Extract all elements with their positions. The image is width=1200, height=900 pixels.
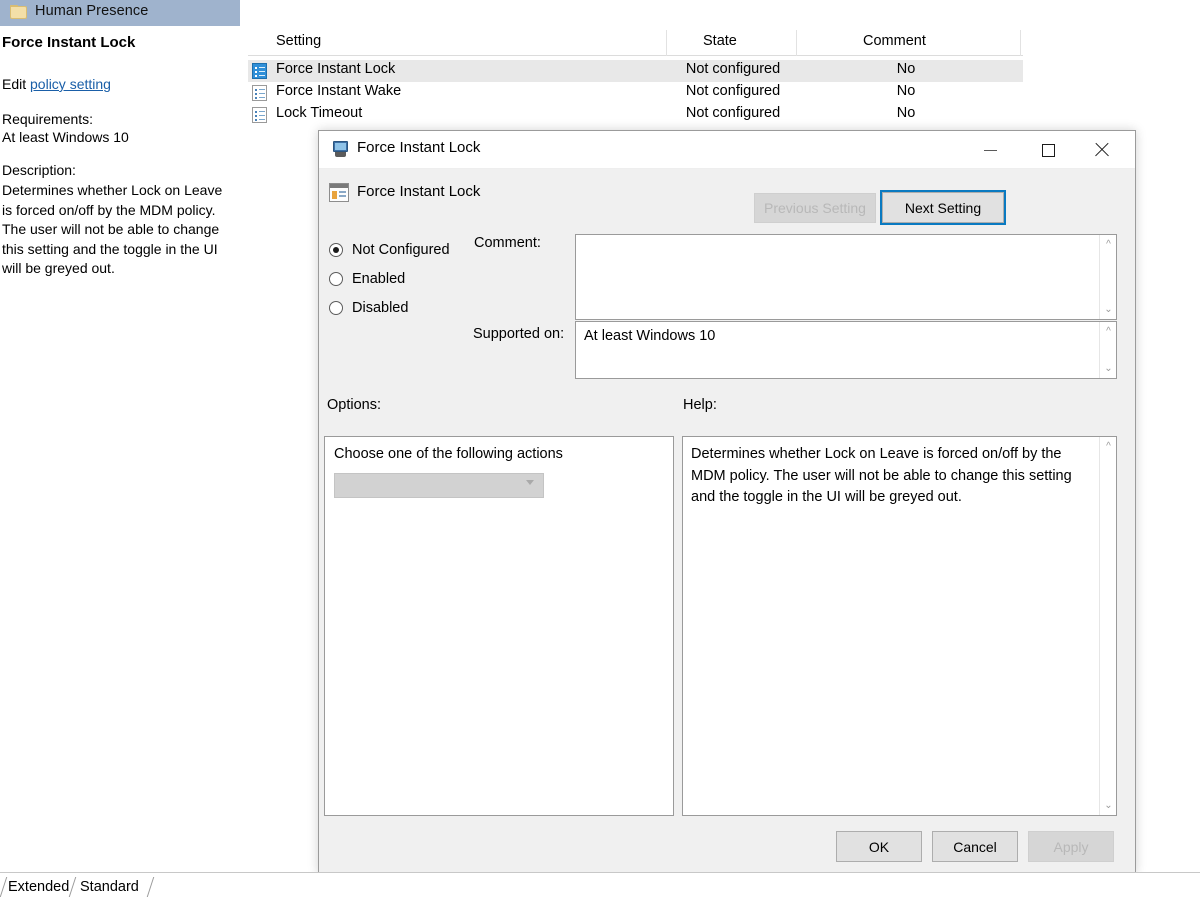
table-row[interactable]: Force Instant Wake Not configured No	[248, 82, 1023, 104]
column-divider	[666, 30, 667, 56]
dialog-header: Force Instant Lock Previous Setting Next…	[319, 169, 1135, 219]
application-window: Human Presence Force Instant Lock Edit p…	[0, 0, 1200, 900]
policy-state-radio-group: Not Configured Enabled Disabled	[329, 235, 450, 322]
scroll-up-icon[interactable]: ^	[1100, 324, 1117, 339]
policy-document-icon	[252, 85, 267, 101]
supported-on-value: At least Windows 10	[584, 328, 715, 344]
table-row[interactable]: Force Instant Lock Not configured No	[248, 60, 1023, 82]
minimize-button[interactable]	[967, 131, 1013, 169]
page-title: Force Instant Lock	[2, 34, 135, 51]
supported-on-label: Supported on:	[473, 326, 564, 342]
scroll-down-icon[interactable]: ⌄	[1100, 798, 1117, 813]
setting-comment: No	[816, 61, 996, 77]
help-panel: Determines whether Lock on Leave is forc…	[682, 436, 1117, 816]
force-instant-lock-dialog: Force Instant Lock Force Instant Lock Pr…	[318, 130, 1136, 874]
description-label: Description:	[2, 162, 76, 178]
requirements-label: Requirements:	[2, 111, 93, 127]
edit-policy-setting: Edit policy setting	[2, 76, 111, 92]
maximize-icon	[1042, 144, 1055, 157]
human-presence-tab-label: Human Presence	[35, 3, 148, 19]
computer-monitor-icon	[331, 141, 349, 158]
description-body: Determines whether Lock on Leave is forc…	[2, 181, 234, 279]
help-scrollbar[interactable]: ^ ⌄	[1099, 437, 1116, 815]
setting-name: Lock Timeout	[276, 105, 362, 121]
column-header-state[interactable]: State	[703, 33, 737, 49]
radio-label: Enabled	[352, 271, 405, 287]
setting-state: Not configured	[668, 105, 798, 121]
setting-name: Force Instant Wake	[276, 83, 401, 99]
options-instruction: Choose one of the following actions	[334, 446, 563, 462]
setting-state: Not configured	[668, 83, 798, 99]
policy-document-icon	[252, 63, 267, 79]
tab-divider	[66, 877, 80, 897]
column-header-comment[interactable]: Comment	[863, 33, 926, 49]
column-divider	[1020, 30, 1021, 56]
cancel-button[interactable]: Cancel	[932, 831, 1018, 862]
scroll-up-icon[interactable]: ^	[1100, 439, 1117, 454]
radio-enabled[interactable]: Enabled	[329, 264, 450, 293]
radio-not-configured[interactable]: Not Configured	[329, 235, 450, 264]
tab-divider	[144, 877, 158, 897]
edit-prefix-label: Edit	[2, 76, 30, 92]
settings-list-header: Setting State Comment	[248, 30, 1023, 56]
column-divider	[796, 30, 797, 56]
policy-setting-icon	[329, 183, 349, 202]
scroll-down-icon[interactable]: ⌄	[1100, 302, 1117, 317]
radio-label: Disabled	[352, 300, 408, 316]
radio-disabled[interactable]: Disabled	[329, 293, 450, 322]
options-panel: Choose one of the following actions	[324, 436, 674, 816]
options-label: Options:	[327, 397, 381, 413]
dialog-setting-name: Force Instant Lock	[357, 183, 480, 200]
next-setting-button[interactable]: Next Setting	[882, 192, 1004, 223]
action-dropdown[interactable]	[334, 473, 544, 498]
supported-scrollbar[interactable]: ^ ⌄	[1099, 322, 1116, 378]
help-label: Help:	[683, 397, 717, 413]
policy-setting-link[interactable]: policy setting	[30, 76, 111, 92]
dialog-titlebar[interactable]: Force Instant Lock	[319, 131, 1135, 169]
close-button[interactable]	[1079, 131, 1125, 169]
radio-label: Not Configured	[352, 242, 450, 258]
previous-setting-button[interactable]: Previous Setting	[754, 193, 876, 223]
setting-name: Force Instant Lock	[276, 61, 395, 77]
comment-label: Comment:	[474, 235, 541, 251]
comment-input[interactable]: ^ ⌄	[575, 234, 1117, 320]
tab-extended[interactable]: Extended	[8, 875, 69, 899]
settings-list: Setting State Comment Force Instant Lock…	[240, 30, 1200, 130]
radio-indicator	[329, 301, 343, 315]
minimize-icon	[984, 150, 997, 151]
scroll-up-icon[interactable]: ^	[1100, 237, 1117, 252]
folder-icon	[10, 5, 27, 19]
ok-button[interactable]: OK	[836, 831, 922, 862]
tab-standard[interactable]: Standard	[80, 875, 139, 899]
radio-indicator	[329, 243, 343, 257]
apply-button[interactable]: Apply	[1028, 831, 1114, 862]
chevron-down-icon	[526, 480, 535, 489]
extended-description-pane: Force Instant Lock Edit policy setting R…	[0, 26, 240, 871]
column-header-setting[interactable]: Setting	[276, 33, 321, 49]
view-tabs: Extended Standard	[0, 872, 1200, 900]
setting-comment: No	[816, 83, 996, 99]
human-presence-tab[interactable]: Human Presence	[0, 0, 240, 26]
maximize-button[interactable]	[1025, 131, 1071, 169]
radio-indicator	[329, 272, 343, 286]
close-icon	[1094, 142, 1110, 158]
dialog-title: Force Instant Lock	[357, 139, 480, 156]
setting-state: Not configured	[668, 61, 798, 77]
setting-comment: No	[816, 105, 996, 121]
requirements-value: At least Windows 10	[2, 129, 129, 145]
table-row[interactable]: Lock Timeout Not configured No	[248, 104, 1023, 126]
supported-on-field[interactable]: At least Windows 10 ^ ⌄	[575, 321, 1117, 379]
comment-scrollbar[interactable]: ^ ⌄	[1099, 235, 1116, 319]
scroll-down-icon[interactable]: ⌄	[1100, 361, 1117, 376]
help-body: Determines whether Lock on Leave is forc…	[691, 444, 1089, 509]
policy-document-icon	[252, 107, 267, 123]
